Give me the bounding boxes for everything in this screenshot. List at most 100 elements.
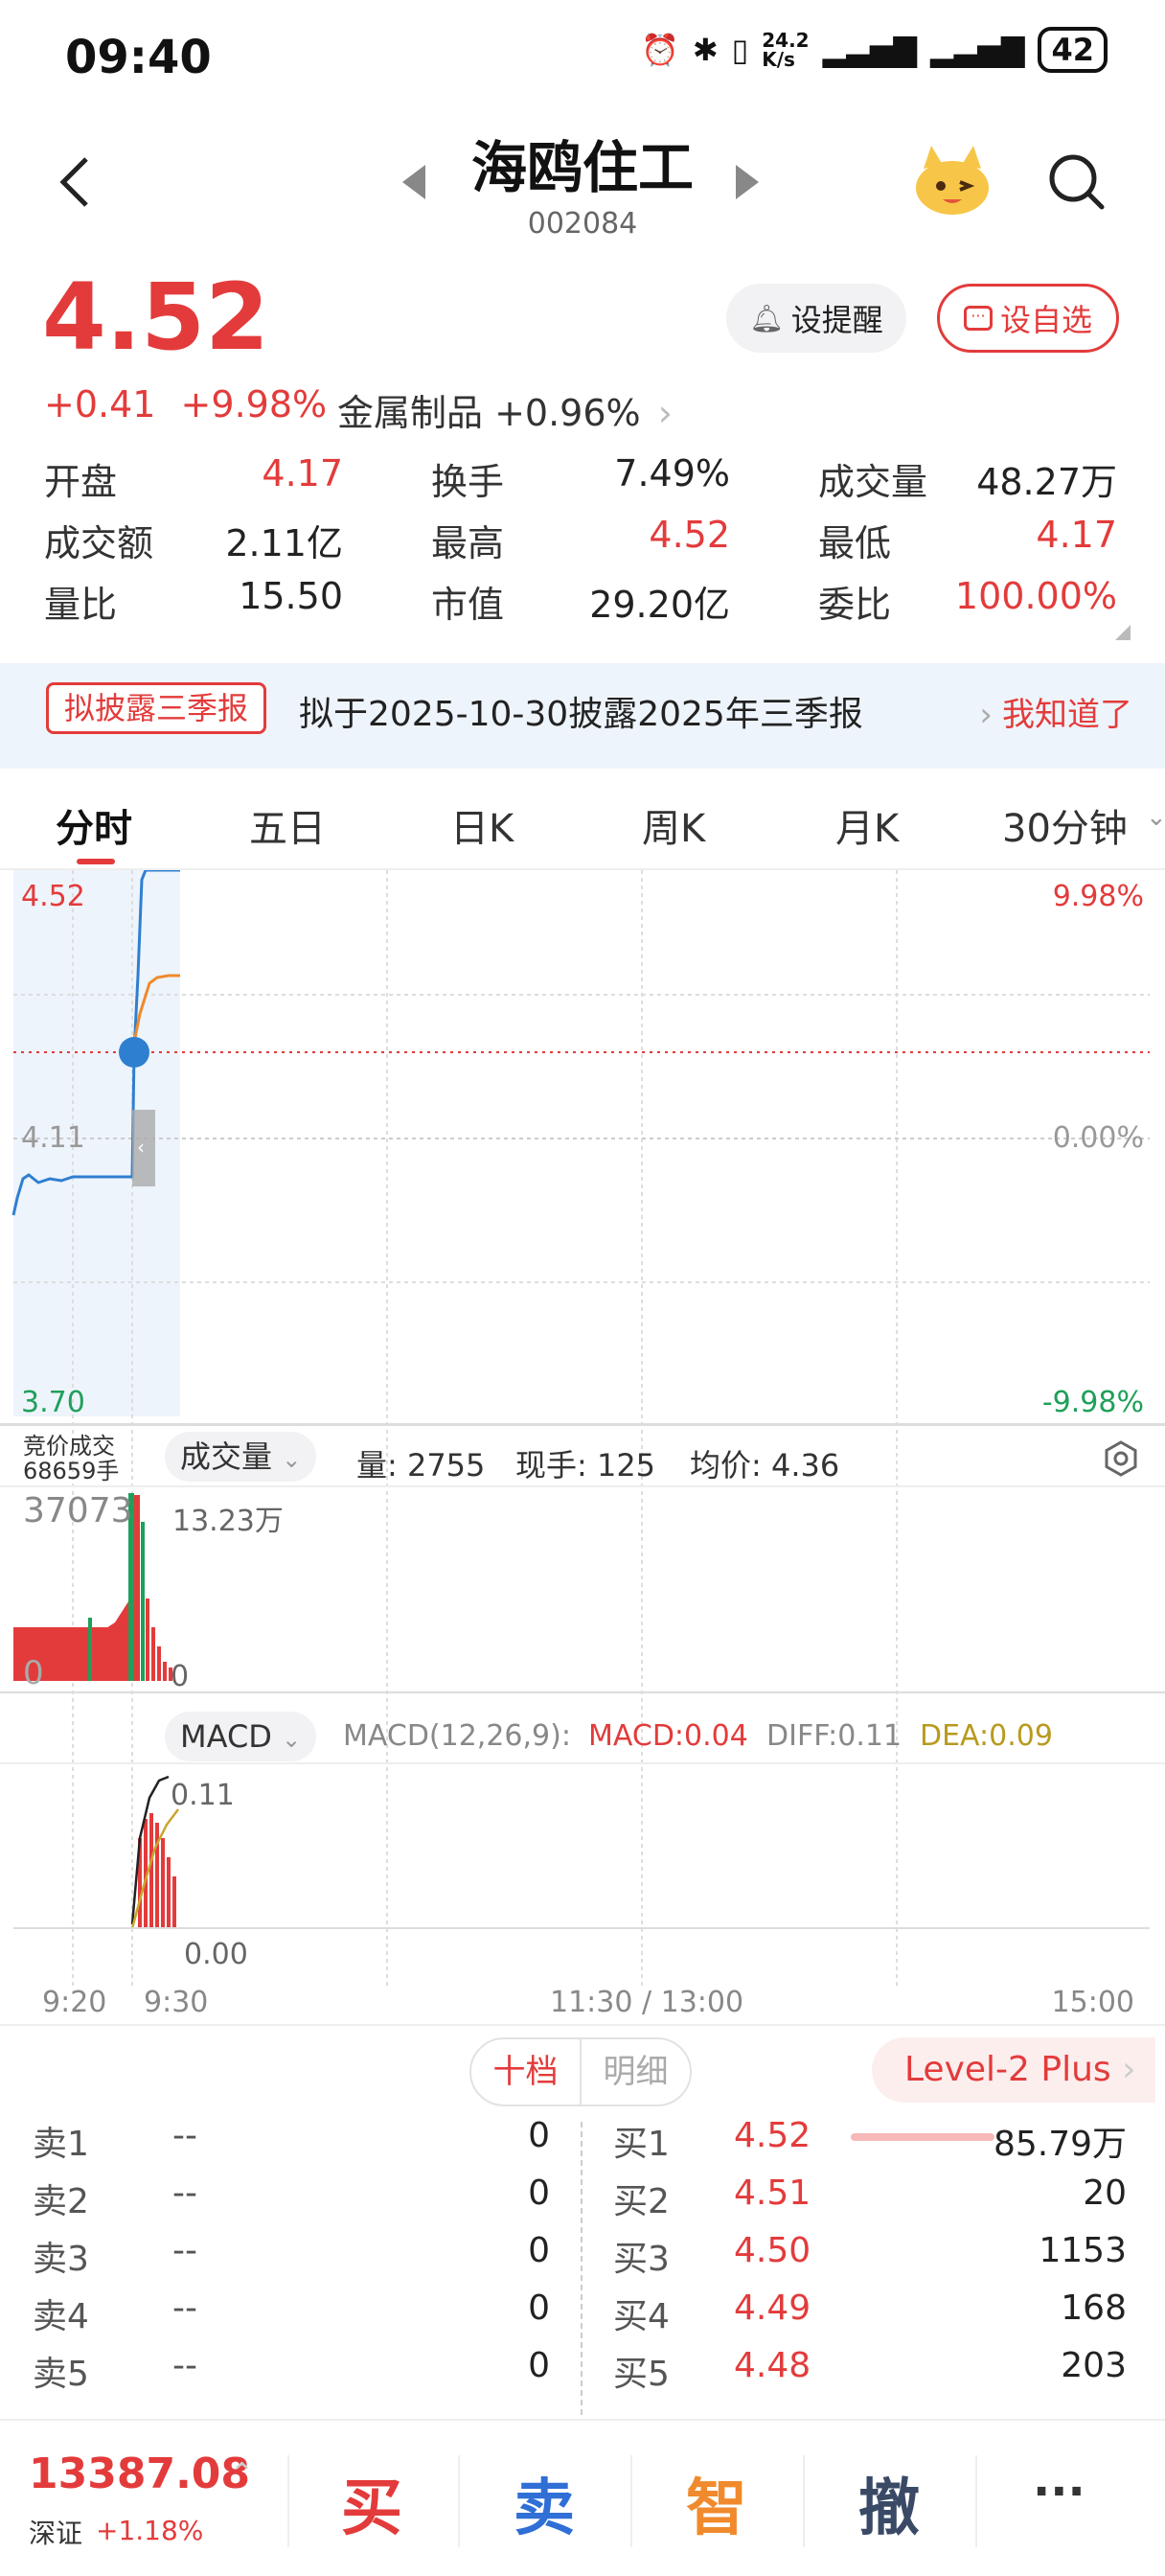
chevron-up-icon: ⌃ — [230, 2457, 255, 2491]
bid-level-label: 买4 — [613, 2297, 670, 2336]
ask-level-label: 卖2 — [33, 2182, 89, 2221]
notice-bar[interactable]: 拟披露三季报 拟于2025-10-30披露2025年三季报 › 我知道了 — [0, 663, 1165, 769]
stat-label: 成交额 — [44, 522, 154, 564]
volume-zero-label: 0 — [171, 1660, 190, 1693]
chevron-right-icon: › — [657, 392, 673, 434]
search-icon[interactable] — [1046, 151, 1108, 213]
auction-volume-label: 竞价成交 68659手 — [23, 1433, 120, 1484]
macd-max-label: 0.11 — [171, 1779, 235, 1812]
bid-volume: 203 — [1061, 2346, 1127, 2385]
stat-label: 委比 — [818, 584, 892, 626]
buy-button[interactable]: 买 — [341, 2459, 402, 2547]
divider — [630, 2455, 632, 2547]
stat-value: 4.17 — [262, 452, 343, 494]
notice-text: 拟于2025-10-30披露2025年三季报 — [299, 695, 863, 734]
current-price: 4.52 — [42, 264, 269, 371]
prev-close-label: 4.11 — [21, 1121, 85, 1155]
notice-dismiss-label: 我知道了 — [1002, 696, 1132, 734]
tab-trade-details[interactable]: 明细 — [582, 2039, 690, 2104]
ask-level-label: 卖3 — [33, 2240, 89, 2279]
index-value[interactable]: 13387.08 — [29, 2450, 250, 2498]
auction-volume-value: 37073 — [23, 1491, 133, 1530]
stat-label: 成交量 — [818, 461, 928, 503]
ask-price: -- — [172, 2116, 197, 2155]
tab-weekly-k[interactable]: 周K — [642, 797, 705, 853]
sell-button[interactable]: 卖 — [514, 2459, 575, 2547]
time-label-1500: 15:00 — [1051, 1986, 1134, 2019]
tab-30min[interactable]: 30分钟 — [1002, 797, 1128, 853]
stat-value: 48.27万 — [976, 461, 1117, 503]
next-stock-button[interactable] — [736, 165, 759, 199]
industry-label: 金属制品 +0.96% — [337, 392, 641, 434]
buy1-volume-bar — [851, 2133, 994, 2141]
divider — [0, 2024, 1165, 2026]
volume-value: 量: 2755 — [356, 1447, 486, 1484]
tab-five-day[interactable]: 五日 — [249, 797, 326, 853]
chevron-down-icon: ⌄ — [282, 1446, 302, 1473]
change-percent: +9.98% — [180, 383, 328, 426]
status-time: 09:40 — [65, 31, 212, 84]
bid-level-label: 买2 — [613, 2182, 670, 2221]
set-reminder-label: 设提醒 — [790, 302, 883, 338]
level2-plus-button[interactable]: Level-2 Plus › — [872, 2037, 1155, 2103]
more-button[interactable]: ··· — [1033, 2465, 1085, 2518]
macd-value: MACD:0.04 — [588, 1719, 748, 1753]
ask-price: -- — [172, 2346, 197, 2385]
stat-label: 量比 — [44, 584, 118, 626]
order-book-tabs: 十档 明细 — [469, 2037, 692, 2106]
auction-volume-zero: 0 — [23, 1654, 44, 1692]
dea-value: DEA:0.09 — [920, 1719, 1053, 1753]
industry-link[interactable]: 金属制品 +0.96% › — [337, 383, 673, 436]
cancel-order-button[interactable]: 撤 — [858, 2459, 920, 2547]
notice-dismiss-button[interactable]: › 我知道了 — [979, 688, 1132, 735]
change-amount: +0.41 — [44, 383, 156, 426]
add-watchlist-button[interactable]: ··· 设自选 — [937, 284, 1119, 353]
status-icons: ⏰ ✱ ▯ 24.2 K/s ▂▃▅▇ ▂▃▅▇ 42 — [641, 27, 1108, 73]
bid-volume: 20 — [1083, 2174, 1127, 2213]
status-bar: 09:40 ⏰ ✱ ▯ 24.2 K/s ▂▃▅▇ ▂▃▅▇ 42 — [0, 0, 1165, 115]
tab-intraday[interactable]: 分时 — [56, 797, 132, 853]
bid-price: 4.49 — [734, 2288, 811, 2328]
ask-level-label: 卖1 — [33, 2125, 89, 2164]
bid-price: 4.50 — [734, 2231, 811, 2270]
expand-corner-icon[interactable] — [1115, 625, 1131, 640]
macd-indicator-select[interactable]: MACD ⌄ — [165, 1712, 317, 1761]
volume-indicator-select[interactable]: 成交量 ⌄ — [165, 1432, 317, 1482]
volume-max-label: 13.23万 — [172, 1505, 284, 1538]
ask-volume: 0 — [528, 2288, 550, 2328]
mascot-icon[interactable] — [910, 144, 994, 218]
alarm-icon: ⏰ — [640, 32, 679, 68]
divider — [458, 2455, 460, 2547]
stat-value: 15.50 — [239, 575, 343, 617]
divider — [287, 2455, 289, 2547]
event-marker-icon — [119, 1037, 149, 1068]
bid-price: 4.51 — [734, 2174, 811, 2213]
ask-volume: 0 — [528, 2174, 550, 2213]
bid-level-label: 买5 — [613, 2355, 670, 2394]
battery-icon: 42 — [1038, 27, 1108, 73]
ask-price: -- — [172, 2288, 197, 2328]
smart-trade-button[interactable]: 智 — [686, 2459, 747, 2547]
bid-volume: 1153 — [1039, 2231, 1127, 2270]
diff-value: DIFF:0.11 — [766, 1719, 902, 1753]
macd-pill-label: MACD — [180, 1718, 272, 1755]
tab-active-indicator — [77, 859, 115, 864]
chevron-down-icon: ⌄ — [282, 1726, 302, 1753]
volume-pill-label: 成交量 — [180, 1438, 273, 1475]
avg-price: 均价: 4.36 — [690, 1447, 840, 1484]
ask-level-label: 卖5 — [33, 2355, 89, 2394]
bluetooth-icon: ✱ — [692, 32, 719, 68]
chart-tab-bar: 分时 五日 日K 周K 月K 30分钟 ⌄ — [0, 778, 1165, 870]
set-reminder-button[interactable]: 🔔︎ 设提醒 — [726, 284, 906, 353]
settings-icon[interactable] — [1102, 1439, 1140, 1478]
tab-ten-levels[interactable]: 十档 — [471, 2039, 582, 2104]
stat-value: 29.20亿 — [589, 584, 730, 626]
bid-volume: 168 — [1061, 2288, 1127, 2328]
level2-plus-label: Level-2 Plus — [904, 2050, 1111, 2089]
tab-monthly-k[interactable]: 月K — [835, 797, 899, 853]
ask-volume: 0 — [528, 2116, 550, 2155]
stat-value: 4.52 — [649, 514, 730, 556]
bell-icon: 🔔︎ — [749, 302, 784, 334]
stat-label: 最高 — [431, 522, 505, 564]
tab-daily-k[interactable]: 日K — [450, 797, 514, 853]
